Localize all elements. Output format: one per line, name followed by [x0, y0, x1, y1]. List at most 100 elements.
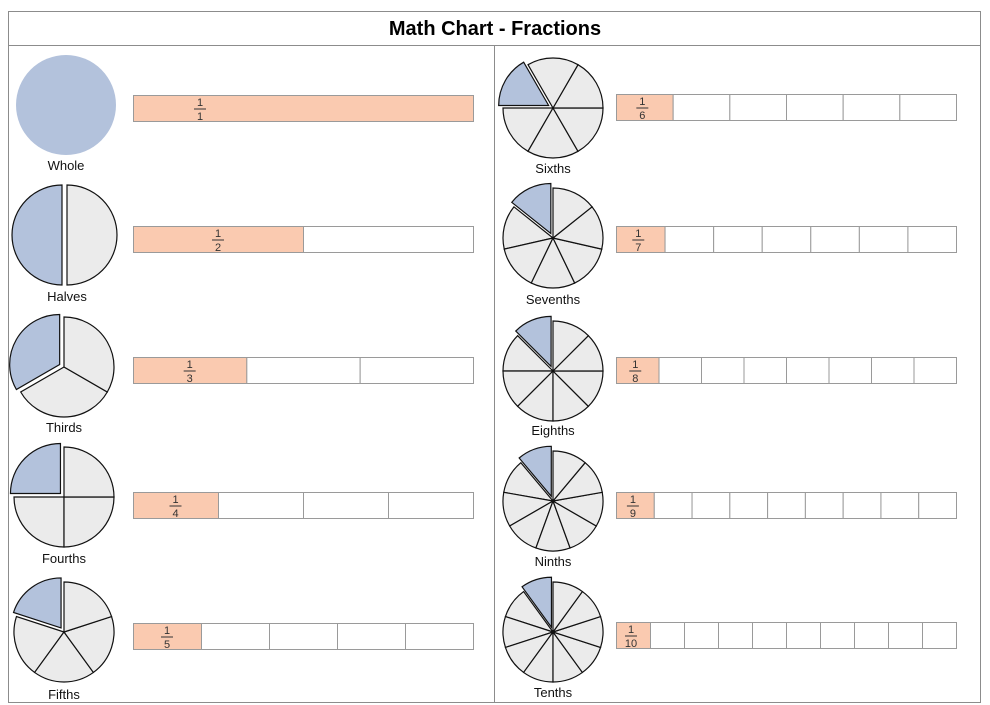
fraction-denominator: 5 — [164, 639, 170, 651]
pie-label: Whole — [48, 158, 85, 173]
bar-segment — [713, 226, 763, 253]
bar-fifths: 15 — [133, 623, 474, 651]
fraction-denominator: 2 — [215, 242, 221, 254]
bar-segment — [691, 492, 731, 519]
bar-sevenths: 17 — [616, 226, 958, 254]
bar-fourths: 14 — [133, 492, 474, 520]
bar-segment — [269, 623, 338, 650]
bar-segment — [842, 94, 901, 121]
fraction-denominator: 10 — [625, 638, 637, 650]
fraction-row-tenths: Tenths110 — [502, 576, 957, 700]
fraction-denominator: 6 — [639, 110, 645, 122]
pie-thirds — [9, 313, 115, 418]
fraction-numerator: 1 — [639, 96, 645, 108]
fraction-row-whole: Whole11 — [16, 55, 474, 173]
bar-segment — [922, 622, 957, 649]
pie-label: Fifths — [48, 687, 80, 702]
pie-slice-highlighted — [11, 184, 63, 286]
bar-segment — [871, 357, 915, 384]
fraction-numerator: 1 — [187, 359, 193, 371]
bar-segment — [653, 492, 693, 519]
bar-segment — [752, 622, 787, 649]
fraction-row-fourths: Fourths14 — [9, 442, 474, 566]
fraction-row-sixths: Sixths16 — [498, 57, 957, 176]
pie-whole — [16, 55, 116, 155]
bar-segment — [888, 622, 923, 649]
pie-sevenths — [502, 182, 604, 289]
fraction-row-eighths: Eighths18 — [502, 315, 957, 438]
bar-segment — [729, 492, 769, 519]
pie-label: Thirds — [46, 420, 83, 435]
fraction-denominator: 1 — [197, 111, 203, 123]
fraction-denominator: 9 — [630, 508, 636, 520]
bar-eighths: 18 — [616, 357, 957, 385]
pie-slice — [63, 446, 115, 498]
bar-segment — [246, 357, 361, 384]
fraction-row-halves: Halves12 — [11, 184, 474, 304]
bar-halves: 12 — [133, 226, 474, 254]
bar-segment — [828, 357, 872, 384]
bar-segment — [718, 622, 753, 649]
bar-segment — [786, 94, 844, 121]
bar-whole: 11 — [133, 95, 474, 123]
fraction-numerator: 1 — [197, 97, 203, 109]
bar-segment — [701, 357, 745, 384]
chart-title: Math Chart - Fractions — [389, 18, 601, 40]
pie-fifths — [12, 577, 115, 683]
pie-label: Eighths — [531, 423, 575, 438]
pie-label: Halves — [47, 289, 87, 304]
bar-segment — [786, 357, 830, 384]
bar-segment — [761, 226, 812, 253]
bar-segment — [201, 623, 270, 650]
bar-segment — [913, 357, 957, 384]
bar-segment — [820, 622, 855, 649]
bar-segment — [729, 94, 787, 121]
fraction-numerator: 1 — [164, 625, 170, 637]
pie-label: Ninths — [535, 554, 572, 569]
bar-segment — [880, 492, 920, 519]
pie-tenths — [502, 576, 604, 683]
bar-segment — [303, 226, 474, 253]
fraction-row-thirds: Thirds 13 — [9, 313, 474, 435]
pie-label: Tenths — [534, 685, 573, 700]
bar-segment — [786, 622, 821, 649]
pie-slice — [63, 496, 115, 548]
fraction-numerator: 1 — [628, 624, 634, 636]
fractions-chart: Math Chart - Fractions Whole11Halves12Th… — [8, 11, 981, 703]
pie-slice — [66, 184, 118, 286]
fraction-row-ninths: Ninths19 — [502, 445, 958, 569]
bar-tenths: 110 — [616, 622, 957, 650]
bar-segment — [359, 357, 474, 384]
bar-segment — [672, 94, 731, 121]
bar-segment — [650, 622, 685, 649]
bar-segment — [842, 492, 882, 519]
pie-ninths — [502, 445, 604, 552]
bar-segment — [907, 226, 958, 253]
bar-thirds: 13 — [133, 357, 474, 385]
pie-halves — [11, 184, 118, 286]
bar-segment — [303, 492, 389, 519]
fraction-numerator: 1 — [630, 494, 636, 506]
fraction-numerator: 1 — [635, 228, 641, 240]
pie-label: Sevenths — [526, 292, 581, 307]
fraction-row-fifths: Fifths15 — [12, 577, 474, 702]
bar-sixths: 16 — [616, 94, 957, 122]
bar-ninths: 19 — [616, 492, 958, 520]
fraction-row-sevenths: Sevenths 17 — [502, 182, 958, 307]
bar-segment — [664, 226, 715, 253]
bar-segment — [743, 357, 787, 384]
bar-segment-highlighted — [133, 95, 474, 122]
pie-slice-highlighted — [16, 55, 116, 155]
bar-segment — [684, 622, 719, 649]
pie-label: Sixths — [535, 161, 571, 176]
bar-segment — [658, 357, 702, 384]
fraction-numerator: 1 — [632, 359, 638, 371]
bar-segment — [388, 492, 474, 519]
fraction-numerator: 1 — [215, 228, 221, 240]
fraction-denominator: 8 — [632, 373, 638, 385]
fraction-denominator: 4 — [172, 508, 178, 520]
bar-segment — [918, 492, 958, 519]
pie-eighths — [502, 315, 604, 422]
pie-fourths — [9, 442, 115, 548]
bar-segment — [854, 622, 889, 649]
